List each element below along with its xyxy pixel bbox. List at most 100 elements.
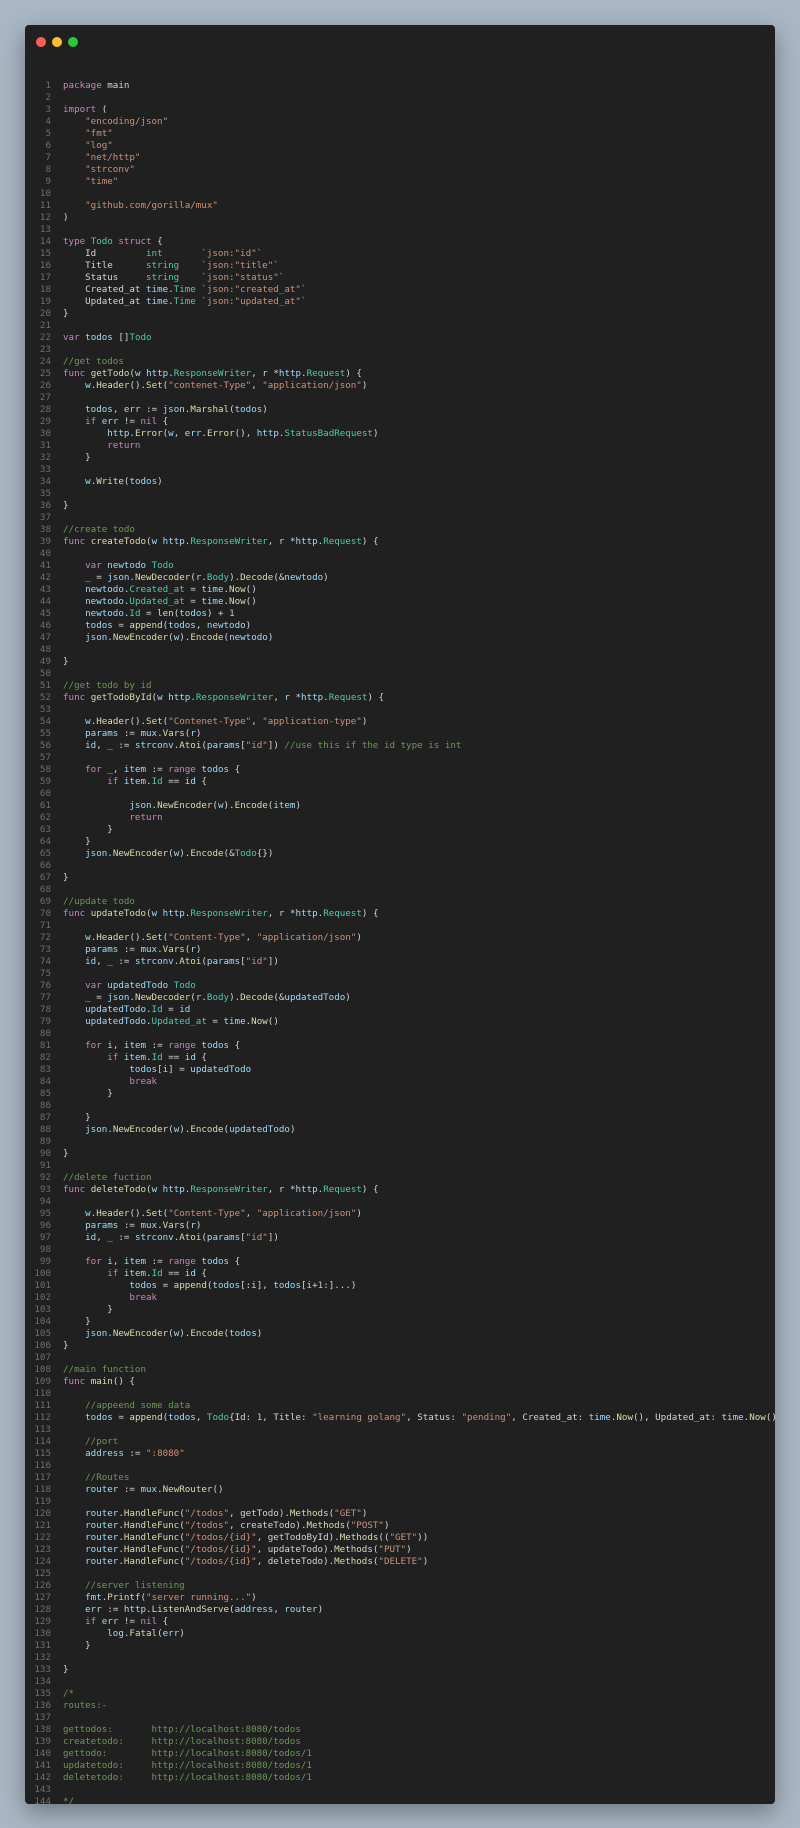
code-line[interactable]: 101 todos = append(todos[:i], todos[i+1:… [25, 1280, 775, 1292]
code-line[interactable]: 35 [25, 488, 775, 500]
code-line[interactable]: 36} [25, 500, 775, 512]
code-line[interactable]: 109 func main() { [25, 1376, 775, 1388]
code-line[interactable]: 29 if err != nil { [25, 416, 775, 428]
code-line[interactable]: 57 [25, 752, 775, 764]
code-line[interactable]: 55 params := mux.Vars(r) [25, 728, 775, 740]
code-line[interactable]: 139 createtodo: http://localhost:8080/tod… [25, 1736, 775, 1748]
code-line[interactable]: 16 Title string `json:"title"` [25, 260, 775, 272]
code-line[interactable]: 38 //create todo [25, 524, 775, 536]
code-line[interactable]: 130 log.Fatal(err) [25, 1628, 775, 1640]
code-line[interactable]: 77 _ = json.NewDecoder(r.Body).Decode(&u… [25, 992, 775, 1004]
code-line[interactable]: 126 //server listening [25, 1580, 775, 1592]
code-line[interactable]: 105 json.NewEncoder(w).Encode(todos) [25, 1328, 775, 1340]
code-line[interactable]: 83 todos[i] = updatedTodo [25, 1064, 775, 1076]
code-line[interactable]: 143 [25, 1784, 775, 1796]
code-line[interactable]: 96 params := mux.Vars(r) [25, 1220, 775, 1232]
code-line[interactable]: 56 id, _ := strconv.Atoi(params["id"]) /… [25, 740, 775, 752]
code-line[interactable]: 117 //Routes [25, 1472, 775, 1484]
code-line[interactable]: 11 "github.com/gorilla/mux" [25, 200, 775, 212]
code-line[interactable]: 65 json.NewEncoder(w).Encode(&Todo{}) [25, 848, 775, 860]
code-line[interactable]: 7 "net/http" [25, 152, 775, 164]
code-line[interactable]: 32 } [25, 452, 775, 464]
code-line[interactable]: 46 todos = append(todos, newtodo) [25, 620, 775, 632]
code-line[interactable]: 39 func createTodo(w http.ResponseWriter,… [25, 536, 775, 548]
code-line[interactable]: 14 type Todo struct { [25, 236, 775, 248]
code-line[interactable]: 1 package main [25, 80, 775, 92]
code-line[interactable]: 2 [25, 92, 775, 104]
code-line[interactable]: 113 [25, 1424, 775, 1436]
code-line[interactable]: 5 "fmt" [25, 128, 775, 140]
code-line[interactable]: 23 [25, 344, 775, 356]
code-line[interactable]: 37 [25, 512, 775, 524]
code-line[interactable]: 131 } [25, 1640, 775, 1652]
code-line[interactable]: 8 "strconv" [25, 164, 775, 176]
code-line[interactable]: 100 if item.Id == id { [25, 1268, 775, 1280]
code-line[interactable]: 135 /* [25, 1688, 775, 1700]
code-line[interactable]: 74 id, _ := strconv.Atoi(params["id"]) [25, 956, 775, 968]
code-line[interactable]: 20} [25, 308, 775, 320]
code-line[interactable]: 86 [25, 1100, 775, 1112]
code-line[interactable]: 136 routes:- [25, 1700, 775, 1712]
minimize-window-icon[interactable] [52, 37, 62, 47]
code-line[interactable]: 80 [25, 1028, 775, 1040]
close-window-icon[interactable] [36, 37, 46, 47]
code-line[interactable]: 60 [25, 788, 775, 800]
code-line[interactable]: 17 Status string `json:"status"` [25, 272, 775, 284]
code-line[interactable]: 24 //get todos [25, 356, 775, 368]
code-line[interactable]: 31 return [25, 440, 775, 452]
code-line[interactable]: 54 w.Header().Set("Contenet-Type", "appl… [25, 716, 775, 728]
code-line[interactable]: 63 } [25, 824, 775, 836]
code-line[interactable]: 58 for _, item := range todos { [25, 764, 775, 776]
code-line[interactable]: 13 [25, 224, 775, 236]
code-line[interactable]: 123 router.HandleFunc("/todos/{id}", upd… [25, 1544, 775, 1556]
code-line[interactable]: 82 if item.Id == id { [25, 1052, 775, 1064]
code-line[interactable]: 43 newtodo.Created_at = time.Now() [25, 584, 775, 596]
code-line[interactable]: 107 [25, 1352, 775, 1364]
code-line[interactable]: 138 gettodos: http://localhost:8080/todos [25, 1724, 775, 1736]
code-line[interactable]: 112 todos = append(todos, Todo{Id: 1, Ti… [25, 1412, 775, 1424]
code-line[interactable]: 141 updatetodo: http://localhost:8080/tod… [25, 1760, 775, 1772]
code-line[interactable]: 44 newtodo.Updated_at = time.Now() [25, 596, 775, 608]
code-line[interactable]: 115 address := ":8080" [25, 1448, 775, 1460]
code-line[interactable]: 4 "encoding/json" [25, 116, 775, 128]
code-line[interactable]: 137 [25, 1712, 775, 1724]
code-line[interactable]: 59 if item.Id == id { [25, 776, 775, 788]
code-line[interactable]: 114 //port [25, 1436, 775, 1448]
code-line[interactable]: 118 router := mux.NewRouter() [25, 1484, 775, 1496]
code-line[interactable]: 75 [25, 968, 775, 980]
code-line[interactable]: 34 w.Write(todos) [25, 476, 775, 488]
code-line[interactable]: 3 import ( [25, 104, 775, 116]
code-line[interactable]: 102 break [25, 1292, 775, 1304]
code-line[interactable]: 51 //get todo by id [25, 680, 775, 692]
code-line[interactable]: 66 [25, 860, 775, 872]
code-line[interactable]: 41 var newtodo Todo [25, 560, 775, 572]
code-line[interactable]: 62 return [25, 812, 775, 824]
code-line[interactable]: 129 if err != nil { [25, 1616, 775, 1628]
maximize-window-icon[interactable] [68, 37, 78, 47]
code-line[interactable]: 70 func updateTodo(w http.ResponseWriter,… [25, 908, 775, 920]
code-line[interactable]: 33 [25, 464, 775, 476]
code-line[interactable]: 133} [25, 1664, 775, 1676]
code-line[interactable]: 104 } [25, 1316, 775, 1328]
code-line[interactable]: 144 */ [25, 1796, 775, 1804]
code-line[interactable]: 30 http.Error(w, err.Error(), http.Statu… [25, 428, 775, 440]
code-line[interactable]: 93 func deleteTodo(w http.ResponseWriter,… [25, 1184, 775, 1196]
code-line[interactable]: 103 } [25, 1304, 775, 1316]
code-line[interactable]: 121 router.HandleFunc("/todos", createTo… [25, 1520, 775, 1532]
code-line[interactable]: 67} [25, 872, 775, 884]
code-line[interactable]: 6 "log" [25, 140, 775, 152]
code-line[interactable]: 12) [25, 212, 775, 224]
code-line[interactable]: 48 [25, 644, 775, 656]
code-line[interactable]: 122 router.HandleFunc("/todos/{id}", get… [25, 1532, 775, 1544]
code-line[interactable]: 68 [25, 884, 775, 896]
code-line[interactable]: 85 } [25, 1088, 775, 1100]
code-line[interactable]: 18 Created_at time.Time `json:"created_a… [25, 284, 775, 296]
code-line[interactable]: 99 for i, item := range todos { [25, 1256, 775, 1268]
code-line[interactable]: 10 [25, 188, 775, 200]
code-line[interactable]: 73 params := mux.Vars(r) [25, 944, 775, 956]
code-line[interactable]: 19 Updated_at time.Time `json:"updated_a… [25, 296, 775, 308]
code-line[interactable]: 127 fmt.Printf("server running...") [25, 1592, 775, 1604]
code-line[interactable]: 71 [25, 920, 775, 932]
code-line[interactable]: 69 //update todo [25, 896, 775, 908]
code-line[interactable]: 76 var updatedTodo Todo [25, 980, 775, 992]
